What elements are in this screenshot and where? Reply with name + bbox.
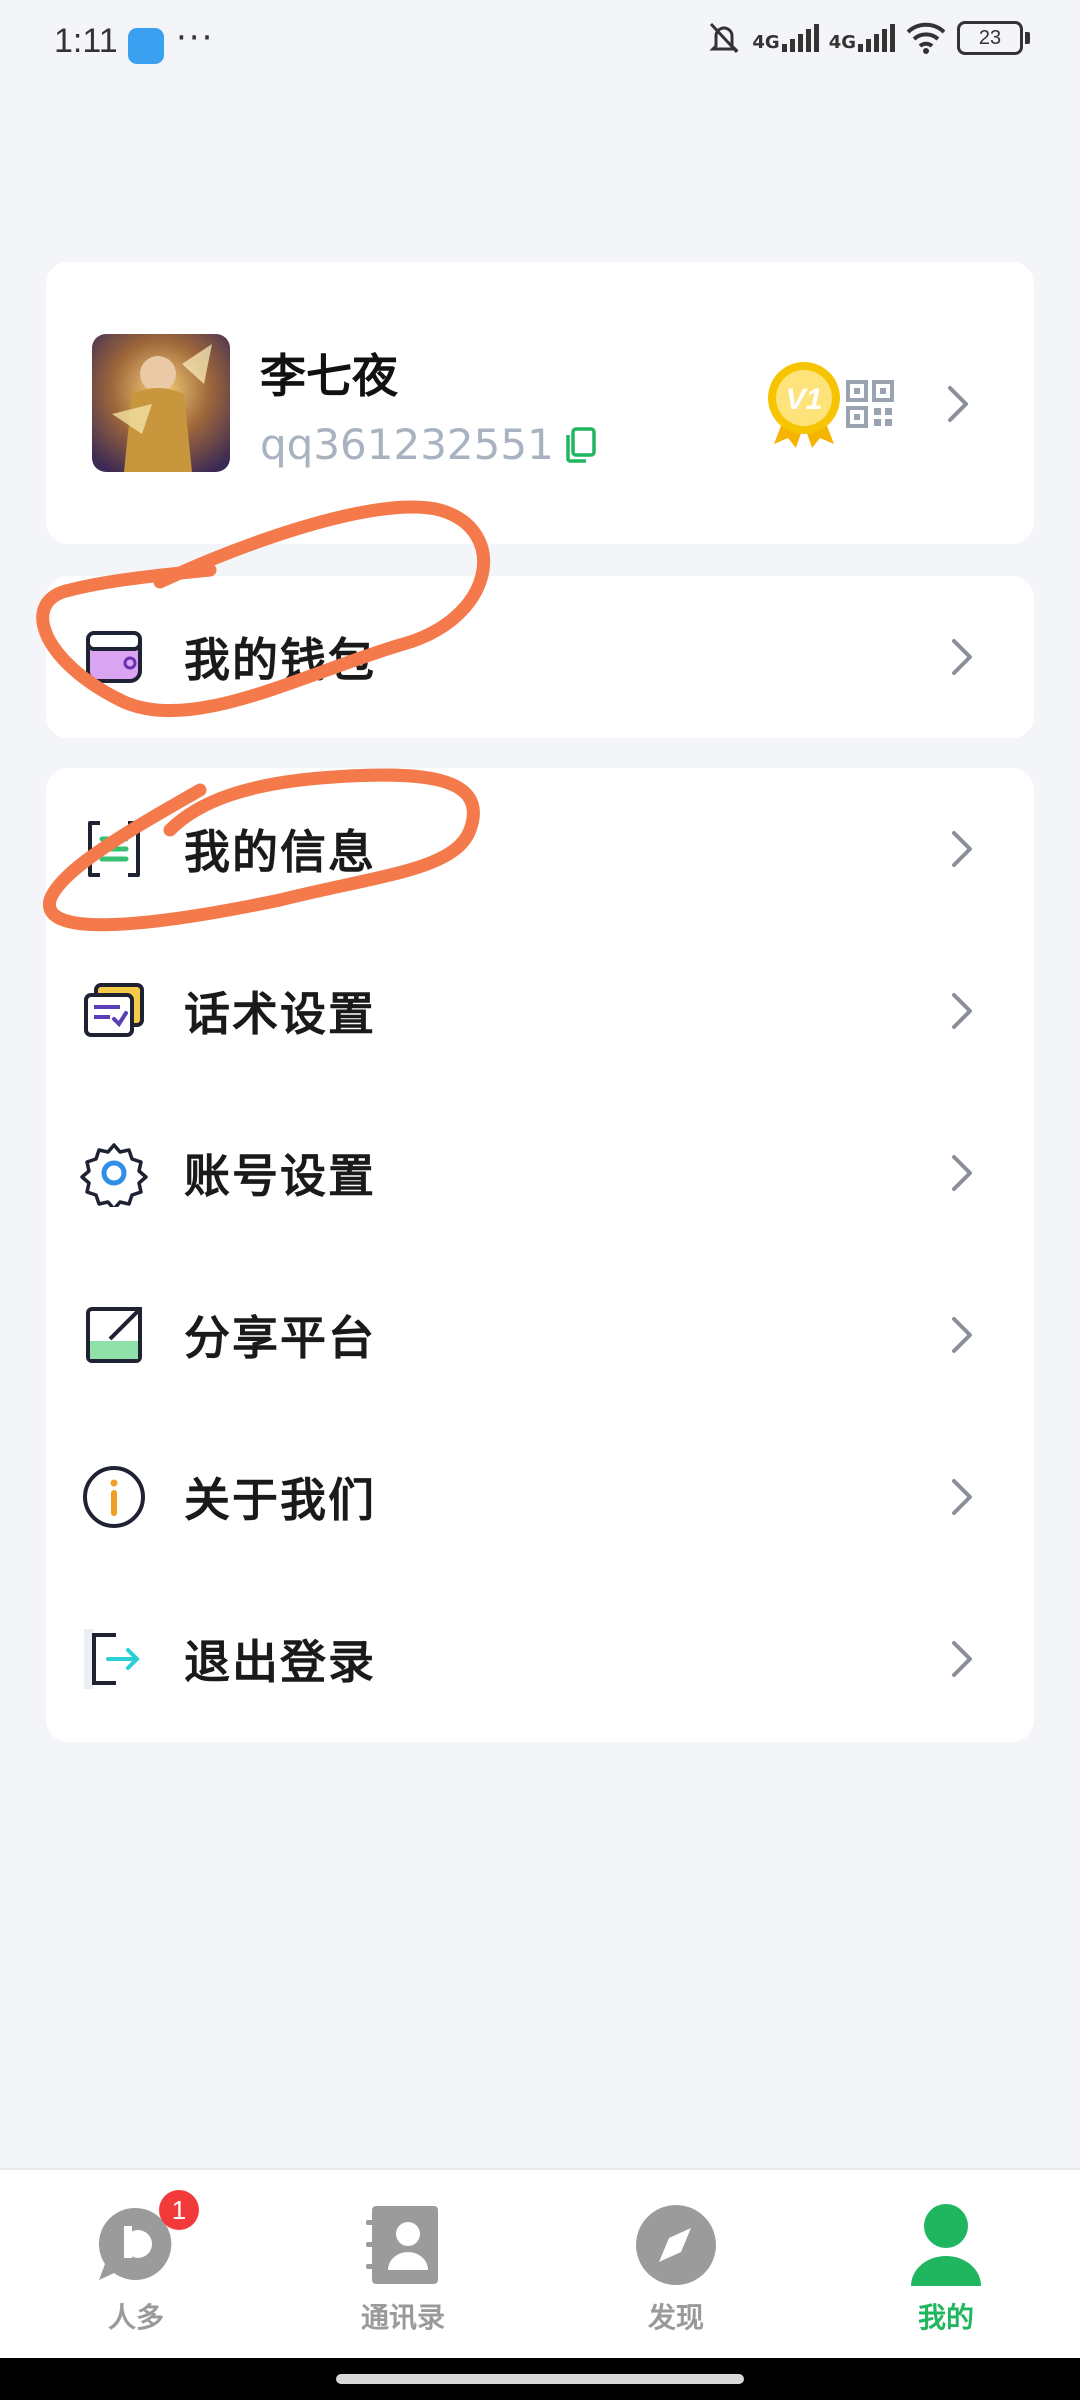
tab-label: 通讯录 <box>360 2301 445 2334</box>
menu-item-script-settings[interactable]: 话术设置 <box>46 930 1034 1092</box>
menu-item-wallet[interactable]: 我的钱包 <box>46 576 1034 738</box>
menu-item-share-platform[interactable]: 分享平台 <box>46 1254 1034 1416</box>
more-notifications-icon: ··· <box>176 18 215 58</box>
app-notification-icon <box>128 28 164 64</box>
contacts-icon <box>366 2206 438 2284</box>
user-id: qq361232551 <box>260 420 598 469</box>
tab-label: 人多 <box>107 2301 164 2334</box>
mute-icon <box>709 22 739 54</box>
menu-item-info[interactable]: 我的信息 <box>46 768 1034 930</box>
settings-card: 我的信息 话术设置 账号设置 分享平台 关于我们 退出登录 <box>46 768 1034 1742</box>
chevron-right-icon <box>952 1479 972 1515</box>
chevron-right-icon <box>952 639 972 675</box>
info-circle-icon <box>83 1466 145 1528</box>
menu-item-label: 分享平台 <box>184 1311 376 1365</box>
unread-badge: 1 <box>159 2190 199 2230</box>
system-navigation-bar <box>0 2358 1080 2400</box>
copy-icon[interactable] <box>564 426 598 464</box>
gear-icon <box>80 1143 148 1207</box>
share-icon <box>86 1307 142 1363</box>
menu-item-label: 关于我们 <box>184 1473 376 1527</box>
chevron-right-icon <box>952 831 972 867</box>
tab-label: 我的 <box>917 2301 974 2334</box>
menu-item-label: 账号设置 <box>184 1149 376 1203</box>
home-indicator[interactable] <box>336 2374 744 2384</box>
profile-card[interactable]: 李七夜 qq361232551 V1 <box>46 262 1034 544</box>
user-id-text: qq361232551 <box>260 420 554 469</box>
battery-icon: 23 <box>957 21 1023 55</box>
avatar[interactable] <box>92 334 230 472</box>
script-settings-icon <box>84 983 144 1037</box>
wifi-icon <box>906 22 946 54</box>
username: 李七夜 <box>260 349 398 403</box>
menu-item-account-settings[interactable]: 账号设置 <box>46 1092 1034 1254</box>
menu-item-label: 我的信息 <box>184 825 376 879</box>
menu-item-label: 退出登录 <box>184 1635 376 1689</box>
info-list-icon <box>88 821 140 877</box>
compass-icon <box>636 2205 716 2285</box>
menu-item-logout[interactable]: 退出登录 <box>46 1578 1034 1740</box>
signal-icon-1: 4G <box>752 24 819 52</box>
vip-level: V1 <box>786 383 823 416</box>
vip-badge-icon: V1 <box>768 362 840 448</box>
chevron-right-icon <box>952 993 972 1029</box>
chevron-right-icon <box>948 386 968 422</box>
bottom-tab-bar: 1 人多 通讯录 发现 我的 <box>0 2168 1080 2360</box>
menu-item-label: 话术设置 <box>184 987 376 1041</box>
status-time: 1:11 <box>54 22 118 60</box>
wallet-icon <box>86 631 142 683</box>
logout-icon <box>84 1629 140 1689</box>
status-bar: 1:11 ··· 4G 4G 23 <box>0 0 1080 90</box>
wallet-card: 我的钱包 <box>46 576 1034 738</box>
signal-icon-2: 4G <box>829 24 895 52</box>
menu-item-label: 我的钱包 <box>184 633 376 687</box>
chevron-right-icon <box>952 1155 972 1191</box>
chevron-right-icon <box>952 1641 972 1677</box>
tab-renduo[interactable]: 1 人多 <box>36 2190 236 2336</box>
tab-contacts[interactable]: 通讯录 <box>303 2200 503 2336</box>
tab-discover[interactable]: 发现 <box>576 2200 776 2336</box>
qr-code-icon[interactable] <box>846 380 894 428</box>
chevron-right-icon <box>952 1317 972 1353</box>
tab-label: 发现 <box>647 2301 704 2334</box>
tab-me[interactable]: 我的 <box>846 2200 1046 2336</box>
menu-item-about[interactable]: 关于我们 <box>46 1416 1034 1578</box>
user-profile-icon <box>911 2204 981 2286</box>
